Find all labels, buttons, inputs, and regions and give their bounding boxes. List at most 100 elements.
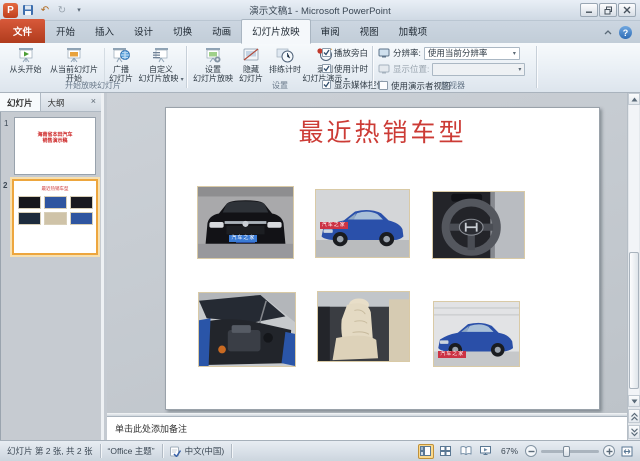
- tab-file[interactable]: 文件: [0, 19, 45, 43]
- tab-insert[interactable]: 插入: [85, 20, 124, 43]
- tab-slideshow[interactable]: 幻灯片放映: [241, 19, 311, 44]
- scroll-down-button[interactable]: [628, 395, 640, 407]
- scroll-up-button[interactable]: [628, 93, 640, 105]
- custom-slideshow-button[interactable]: 自定义 幻灯片放映 ▾: [137, 45, 185, 85]
- checkbox-checked-icon: [322, 64, 331, 73]
- next-slide-button[interactable]: [628, 425, 640, 439]
- setup-slideshow-icon: [203, 45, 223, 65]
- theme-name[interactable]: “Office 主题”: [101, 445, 162, 457]
- photo-black-honda-front[interactable]: 汽车之家: [197, 186, 294, 259]
- photo-steering-wheel[interactable]: [432, 191, 525, 259]
- slide1-thumb-text: 海南省本田汽车 销售演示稿: [15, 132, 95, 144]
- zoom-level[interactable]: 67%: [498, 446, 521, 456]
- from-beginning-button[interactable]: 从头开始: [5, 45, 46, 85]
- slide2-number: 2: [3, 181, 7, 190]
- arrow-down-icon: [631, 399, 638, 404]
- broadcast-slideshow-button[interactable]: 广播 幻灯片: [106, 45, 136, 85]
- tab-addins[interactable]: 加载项: [389, 20, 438, 43]
- slides-panel-tabs: 幻灯片 大纲 ×: [0, 93, 101, 112]
- thumb-mini-image: [18, 212, 41, 225]
- tab-transitions[interactable]: 切换: [163, 20, 202, 43]
- resolution-label: 分辨率:: [393, 47, 421, 59]
- custom-slideshow-icon: [151, 45, 171, 65]
- photo-engine-bay[interactable]: [198, 292, 296, 367]
- collapse-ribbon-icon[interactable]: [603, 29, 613, 36]
- slideshow-view-button[interactable]: [478, 444, 494, 459]
- dropdown-caret-icon: ▾: [510, 50, 519, 57]
- powerpoint-logo-icon[interactable]: P: [3, 3, 18, 18]
- rehearse-timings-button[interactable]: 排练计时: [266, 45, 304, 85]
- window-title: 演示文稿1 - Microsoft PowerPoint: [0, 3, 640, 17]
- reading-view-icon: [460, 446, 472, 456]
- hide-slide-icon: [241, 45, 261, 65]
- restore-icon: [604, 6, 613, 15]
- redo-button[interactable]: ↻: [55, 3, 69, 17]
- qat-dropdown-caret-icon[interactable]: ▾: [72, 3, 86, 17]
- group-label-start-show: 开始放映幻灯片: [2, 80, 184, 91]
- group-divider: [186, 46, 187, 88]
- minimize-button[interactable]: [580, 3, 598, 17]
- monitor-icon: [378, 48, 390, 59]
- arrow-up-icon: [631, 97, 638, 102]
- restore-button[interactable]: [599, 3, 617, 17]
- photo-watermark: 汽车之家: [438, 351, 466, 358]
- slide2-thumbnail[interactable]: 最近热销车型: [12, 179, 98, 255]
- display-on-select: ▾: [432, 63, 525, 76]
- photo-leather-seats[interactable]: [317, 291, 410, 362]
- setup-slideshow-button[interactable]: 设置 幻灯片放映: [190, 45, 236, 85]
- close-icon: [623, 6, 631, 14]
- language-indicator[interactable]: 中文(中国): [163, 445, 232, 457]
- checkbox-play-narrations[interactable]: 播放旁白: [322, 47, 368, 58]
- close-button[interactable]: [618, 3, 636, 17]
- zoom-out-button[interactable]: [525, 445, 537, 457]
- tab-outline[interactable]: 大纲: [41, 93, 72, 111]
- resolution-select[interactable]: 使用当前分辨率 ▾: [424, 47, 520, 60]
- thumb-mini-image: [18, 196, 41, 209]
- tab-animations[interactable]: 动画: [202, 20, 241, 43]
- tab-review[interactable]: 审阅: [311, 20, 350, 43]
- photo-watermark: 汽车之家: [229, 235, 257, 242]
- save-button[interactable]: [21, 3, 35, 17]
- fit-to-window-button[interactable]: [619, 444, 635, 459]
- spellcheck-icon: [170, 446, 181, 457]
- display-on-label: 显示位置:: [393, 63, 429, 75]
- normal-view-icon: [420, 446, 431, 456]
- undo-button[interactable]: ↶: [38, 3, 52, 17]
- checkbox-checked-icon: [322, 48, 331, 57]
- minus-icon: [528, 448, 535, 455]
- zoom-slider[interactable]: [541, 450, 599, 453]
- notes-pane[interactable]: 单击此处添加备注: [107, 416, 627, 440]
- tab-view[interactable]: 视图: [350, 20, 389, 43]
- save-icon: [22, 4, 34, 16]
- close-pane-icon[interactable]: ×: [86, 93, 101, 111]
- scrollbar-thumb[interactable]: [629, 252, 639, 389]
- powerpoint-window: P ↶ ↻ ▾ 演示文稿1 - Microsoft PowerPoint 文件 …: [0, 0, 640, 461]
- tab-slides-thumbnails[interactable]: 幻灯片: [0, 93, 41, 111]
- from-current-slide-button[interactable]: 从当前幻灯片 开始: [46, 45, 102, 85]
- tab-design[interactable]: 设计: [124, 20, 163, 43]
- status-bar: 幻灯片 第 2 张, 共 2 张 “Office 主题” 中文(中国) 67%: [0, 440, 640, 461]
- slide-canvas[interactable]: 最近热销车型 汽车之家: [165, 107, 600, 410]
- slide1-thumbnail[interactable]: 海南省本田汽车 销售演示稿: [14, 117, 96, 175]
- zoom-slider-thumb[interactable]: [563, 446, 570, 457]
- photo-blue-sedan-threequarter[interactable]: 汽车之家: [433, 301, 520, 367]
- slide-sorter-view-button[interactable]: [438, 444, 454, 459]
- photo-blue-sedan-side[interactable]: 汽车之家: [315, 189, 410, 258]
- scrollbar-track[interactable]: [629, 105, 639, 395]
- zoom-in-button[interactable]: [603, 445, 615, 457]
- checkbox-use-timings[interactable]: 使用计时: [322, 63, 368, 74]
- reading-view-button[interactable]: [458, 444, 474, 459]
- normal-view-button[interactable]: [418, 444, 434, 459]
- divider: [104, 48, 105, 84]
- hide-slide-button[interactable]: 隐藏 幻灯片: [236, 45, 266, 85]
- vertical-scrollbar: [627, 93, 640, 440]
- slide-sorter-icon: [440, 446, 451, 456]
- previous-slide-button[interactable]: [628, 409, 640, 423]
- slide-editing-area: 最近热销车型 汽车之家: [107, 93, 627, 413]
- resolution-row: 分辨率: 使用当前分辨率 ▾: [378, 46, 520, 60]
- help-icon[interactable]: ?: [619, 26, 632, 39]
- slide-title[interactable]: 最近热销车型: [166, 113, 599, 149]
- tab-home[interactable]: 开始: [46, 20, 85, 43]
- notes-placeholder: 单击此处添加备注: [115, 424, 187, 434]
- ribbon-slideshow: 从头开始 从当前幻灯片 开始 广播 幻灯片: [0, 43, 640, 93]
